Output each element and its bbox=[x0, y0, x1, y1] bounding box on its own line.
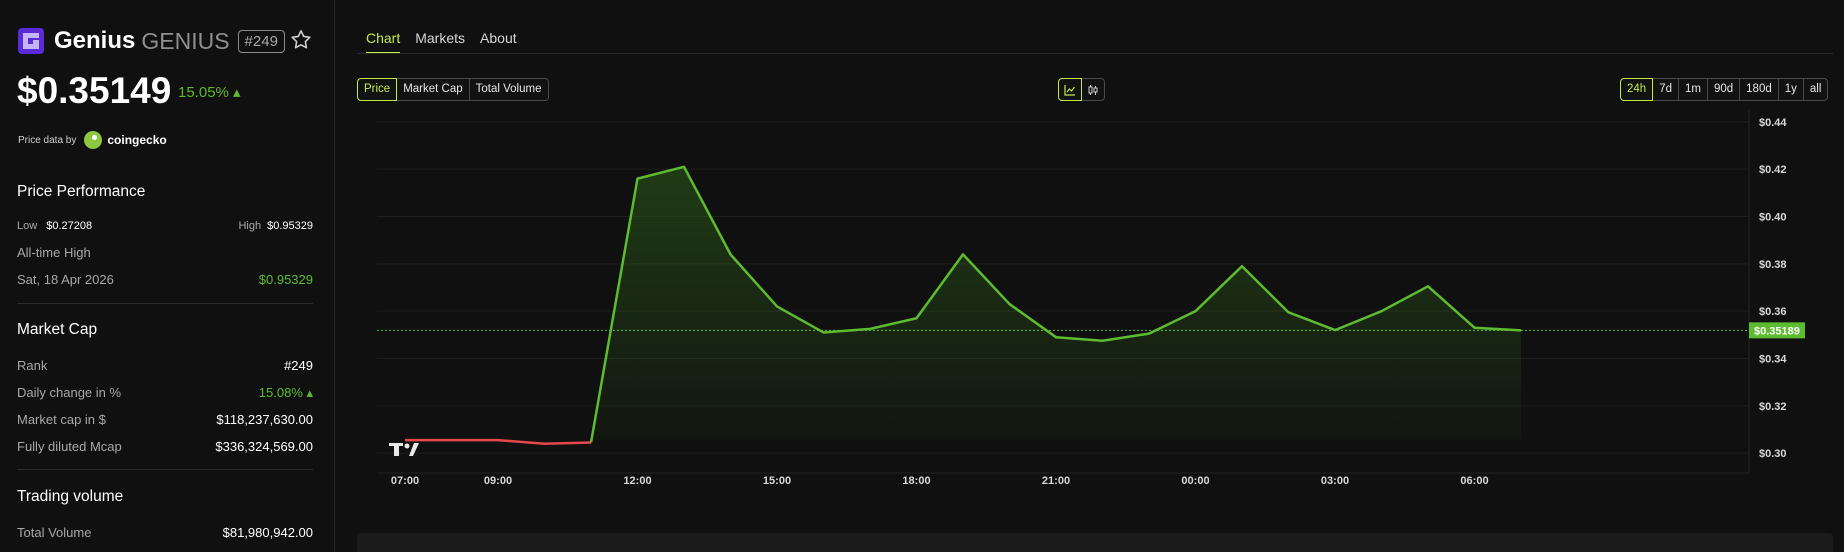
price-change: 15.05% ▴ bbox=[178, 84, 241, 101]
price-chart[interactable]: $0.44 $0.42 $0.40 $0.38 $0.36 $0.34 $0.32 $0.30… bbox=[357, 110, 1833, 510]
y-tick-label: $0.44 bbox=[1759, 117, 1787, 129]
time-range-selector: 24h 7d 1m 90d 180d 1y all bbox=[1620, 78, 1829, 101]
low-label: Low bbox=[17, 220, 38, 232]
coingecko-logo-icon bbox=[84, 131, 103, 149]
genius-logo-icon bbox=[18, 28, 44, 54]
trading-volume-row: Total Volume $81,980,942.00 bbox=[17, 525, 313, 540]
price-data-label: Price data by bbox=[18, 134, 77, 146]
total-volume-metric-button[interactable]: Total Volume bbox=[468, 78, 549, 101]
y-tick-label: $0.36 bbox=[1759, 306, 1787, 318]
price-line-down bbox=[405, 438, 592, 445]
row-label: Fully diluted Mcap bbox=[17, 439, 122, 454]
x-tick-label: 15:00 bbox=[763, 475, 791, 487]
range-90d-button[interactable]: 90d bbox=[1706, 78, 1741, 101]
rank-badge: #249 bbox=[237, 29, 285, 53]
trading-volume-title: Trading volume bbox=[17, 488, 124, 505]
y-tick-label: $0.40 bbox=[1759, 212, 1787, 224]
ath-date: Sat, 18 Apr 2026 bbox=[17, 272, 114, 287]
x-tick-label: 12:00 bbox=[623, 475, 651, 487]
high-label: High bbox=[238, 220, 262, 232]
high-group: High $0.95329 bbox=[238, 220, 313, 232]
chart-type-selector bbox=[1058, 78, 1105, 101]
row-value: $336,324,569.00 bbox=[215, 439, 313, 454]
coin-header: Genius GENIUS #249 bbox=[18, 26, 285, 56]
y-tick-label: $0.32 bbox=[1759, 401, 1787, 413]
row-value: $81,980,942.00 bbox=[222, 525, 313, 540]
divider bbox=[17, 303, 313, 304]
market-cap-metric-button[interactable]: Market Cap bbox=[396, 78, 470, 101]
current-price-label: $0.35189 bbox=[1754, 325, 1800, 337]
sidebar: Genius GENIUS #249 $0.35149 15.05% ▴ Pri… bbox=[0, 0, 335, 552]
y-tick-label: $0.30 bbox=[1759, 448, 1787, 460]
low-value: $0.27208 bbox=[46, 220, 93, 232]
main-tabs: Chart Markets About bbox=[366, 30, 532, 54]
x-tick-label: 06:00 bbox=[1460, 475, 1488, 487]
x-tick-label: 18:00 bbox=[902, 475, 930, 487]
price-data-attribution: Price data by coingecko bbox=[18, 131, 167, 149]
tab-about[interactable]: About bbox=[480, 30, 517, 54]
area-fill bbox=[591, 166, 1521, 443]
coin-name: Genius bbox=[54, 27, 136, 54]
low-high-row: Low $0.27208 High $0.95329 bbox=[17, 220, 313, 232]
current-price: $0.35149 bbox=[17, 70, 172, 111]
market-cap-title: Market Cap bbox=[17, 321, 98, 338]
range-1y-button[interactable]: 1y bbox=[1777, 78, 1804, 101]
tab-markets[interactable]: Markets bbox=[415, 30, 465, 54]
market-cap-row: Market cap in $ $118,237,630.00 bbox=[17, 412, 313, 427]
row-label: Daily change in % bbox=[17, 385, 122, 400]
y-tick-label: $0.42 bbox=[1759, 164, 1787, 176]
row-value: #249 bbox=[284, 358, 313, 373]
x-tick-label: 21:00 bbox=[1042, 475, 1070, 487]
x-tick-label: 00:00 bbox=[1181, 475, 1209, 487]
metric-selector: Price Market Cap Total Volume bbox=[357, 78, 549, 101]
tab-chart[interactable]: Chart bbox=[366, 30, 401, 54]
ath-value: $0.95329 bbox=[258, 272, 313, 287]
ath-row: Sat, 18 Apr 2026 $0.95329 bbox=[17, 272, 313, 287]
row-label: Total Volume bbox=[17, 525, 92, 540]
range-1m-button[interactable]: 1m bbox=[1677, 78, 1708, 101]
range-7d-button[interactable]: 7d bbox=[1652, 78, 1679, 101]
market-cap-row: Fully diluted Mcap $336,324,569.00 bbox=[17, 439, 313, 454]
row-label: Rank bbox=[17, 358, 48, 373]
price-performance-title: Price Performance bbox=[17, 183, 146, 200]
coin-symbol: GENIUS bbox=[141, 27, 230, 54]
range-24h-button[interactable]: 24h bbox=[1620, 78, 1654, 101]
ath-label: All-time High bbox=[17, 245, 91, 260]
divider bbox=[17, 469, 313, 470]
high-value: $0.95329 bbox=[267, 220, 313, 232]
range-all-button[interactable]: all bbox=[1802, 78, 1829, 101]
candlestick-icon[interactable] bbox=[1081, 78, 1105, 101]
y-tick-label: $0.34 bbox=[1759, 354, 1787, 366]
x-tick-label: 03:00 bbox=[1321, 475, 1349, 487]
price-chart-svg[interactable]: $0.44 $0.42 $0.40 $0.38 $0.36 $0.34 $0.32 $0.30… bbox=[357, 110, 1833, 510]
row-value: 15.08% ▴ bbox=[258, 385, 313, 400]
line-chart-icon[interactable] bbox=[1058, 78, 1082, 101]
tradingview-logo-icon[interactable] bbox=[389, 443, 419, 456]
market-cap-row: Daily change in % 15.08% ▴ bbox=[17, 385, 313, 400]
price-data-provider[interactable]: coingecko bbox=[107, 133, 166, 147]
range-180d-button[interactable]: 180d bbox=[1739, 78, 1779, 101]
y-tick-label: $0.38 bbox=[1759, 259, 1787, 271]
favorite-star-icon[interactable] bbox=[289, 28, 313, 52]
row-value: $118,237,630.00 bbox=[216, 412, 313, 427]
price-metric-button[interactable]: Price bbox=[357, 78, 398, 101]
x-tick-label: 09:00 bbox=[484, 475, 512, 487]
tabs-divider bbox=[357, 53, 1833, 54]
row-label: Market cap in $ bbox=[17, 412, 106, 427]
bottom-panel bbox=[357, 533, 1833, 552]
x-tick-label: 07:00 bbox=[391, 475, 419, 487]
market-cap-row: Rank #249 bbox=[17, 358, 313, 373]
